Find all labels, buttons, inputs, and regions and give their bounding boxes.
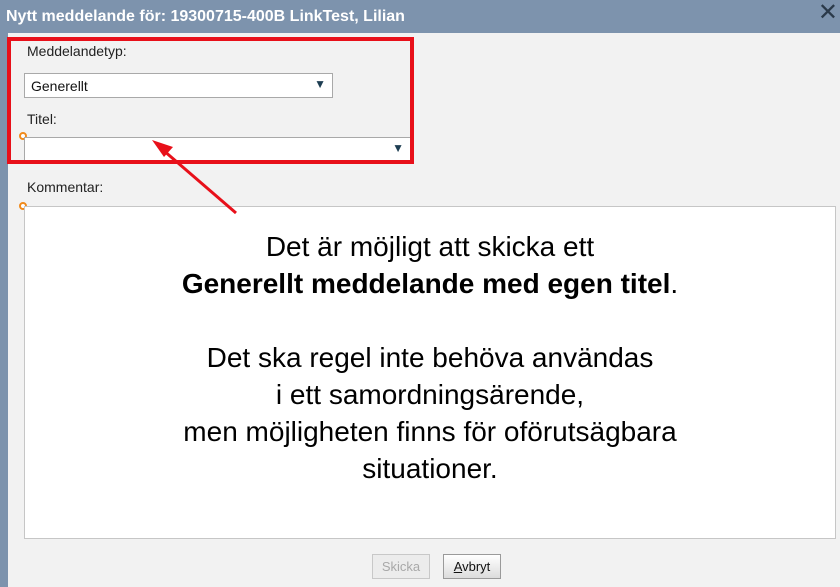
annotation-bold-phrase: Generellt meddelande med egen titel — [181, 268, 671, 299]
chevron-down-icon: ▼ — [314, 77, 326, 91]
send-button[interactable]: Skicka — [372, 554, 430, 579]
annotation-text: Det är möjligt att skicka ett Generellt … — [24, 228, 836, 487]
message-type-label: Meddelandetyp: — [27, 43, 127, 59]
comment-label: Kommentar: — [27, 179, 104, 195]
annotation-line-bold: Generellt meddelande med egen titel. — [24, 265, 836, 302]
dialog-titlebar: Nytt meddelande för: 19300715-400B LinkT… — [0, 0, 840, 33]
annotation-line: situationer. — [362, 453, 498, 484]
title-select[interactable]: ▼ — [24, 137, 411, 161]
annotation-period: . — [670, 268, 679, 299]
annotation-spacer — [24, 302, 836, 339]
annotation-line: i ett samordningsärende, — [275, 379, 585, 410]
dialog-title: Nytt meddelande för: 19300715-400B LinkT… — [6, 8, 405, 25]
annotation-line: men möjligheten finns för oförutsägbara — [183, 416, 677, 447]
annotation-line: Det är möjligt att skicka ett — [265, 231, 595, 262]
annotation-line: Det ska regel inte behöva användas — [206, 342, 654, 373]
cancel-label-rest: vbryt — [462, 559, 491, 574]
message-type-select[interactable]: Generellt ▼ — [24, 73, 333, 98]
close-icon[interactable]: ✕ — [818, 1, 838, 25]
cancel-button[interactable]: Avbryt — [443, 554, 501, 579]
message-type-value: Generellt — [31, 78, 88, 94]
chevron-down-icon: ▼ — [392, 141, 404, 155]
cancel-mnemonic: A — [453, 559, 463, 574]
title-label: Titel: — [27, 111, 57, 127]
window-left-border — [0, 33, 8, 587]
